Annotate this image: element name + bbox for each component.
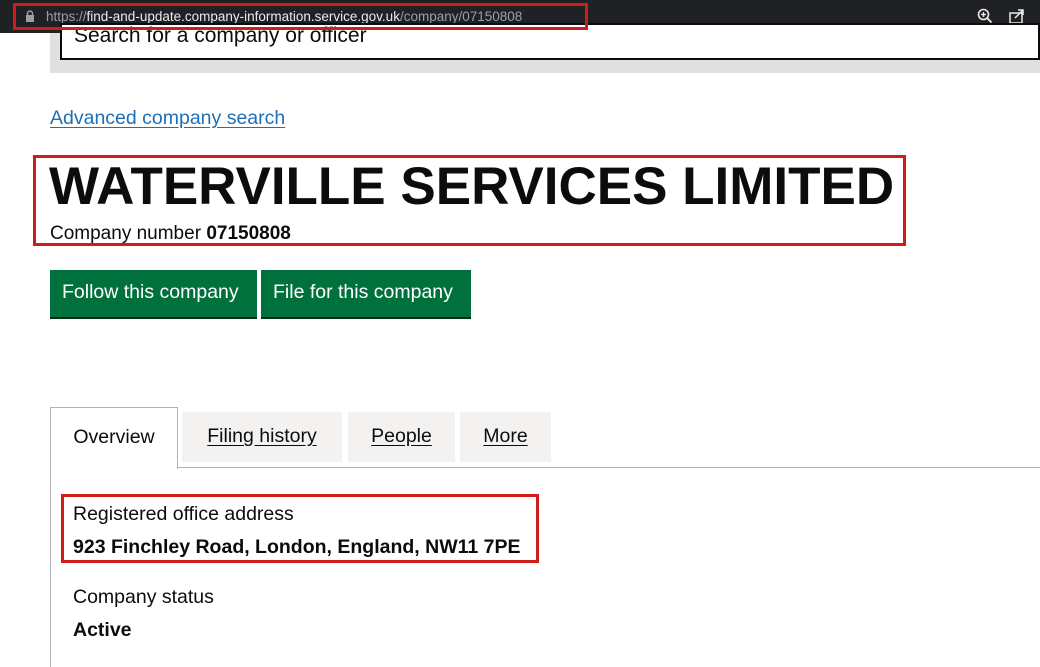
tab-people-link[interactable]: People <box>371 425 432 447</box>
tab-filing-history[interactable]: Filing history <box>182 412 342 462</box>
follow-company-button[interactable]: Follow this company <box>50 270 257 317</box>
search-placeholder: Search for a company or officer <box>74 24 367 47</box>
company-status-label: Company status <box>73 586 214 608</box>
registered-office-value: 923 Finchley Road, London, England, NW11… <box>73 536 521 558</box>
tab-overview-label: Overview <box>73 426 155 448</box>
search-input[interactable]: Search for a company or officer <box>60 23 1040 60</box>
registered-office-label: Registered office address <box>73 503 294 525</box>
url-host: find-and-update.company-information.serv… <box>86 9 400 24</box>
company-name-heading: WATERVILLE SERVICES LIMITED <box>49 157 895 216</box>
tab-people[interactable]: People <box>348 412 455 462</box>
tab-more-link[interactable]: More <box>483 425 527 447</box>
url-scheme: https:// <box>46 9 87 24</box>
company-number: Company number 07150808 <box>50 222 291 246</box>
company-status-value: Active <box>73 619 132 641</box>
lock-icon <box>26 10 34 22</box>
advanced-company-search-link[interactable]: Advanced company search <box>50 106 285 130</box>
file-for-company-button[interactable]: File for this company <box>261 270 471 317</box>
tab-filing-history-link[interactable]: Filing history <box>207 425 316 447</box>
tab-overview[interactable]: Overview <box>50 407 178 469</box>
url-path: /company/07150808 <box>399 9 523 24</box>
tab-more[interactable]: More <box>460 412 551 462</box>
company-number-value: 07150808 <box>206 223 291 244</box>
overview-panel <box>50 467 1040 667</box>
company-number-label: Company number <box>50 223 202 244</box>
